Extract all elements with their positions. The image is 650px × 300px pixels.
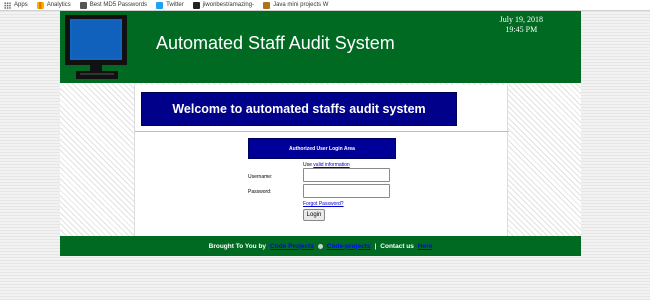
- bookmark-label: Java mini projects W: [273, 2, 329, 8]
- username-input[interactable]: [303, 168, 390, 182]
- site-footer: Brought To You by Code Projects Code-pro…: [60, 236, 581, 256]
- footer-separator: |: [374, 242, 377, 250]
- code-projects-link[interactable]: Code Projects: [270, 243, 314, 250]
- bookmark-apps[interactable]: Apps: [4, 1, 28, 9]
- date-time-display: July 19, 2018 19:45 PM: [500, 15, 543, 35]
- content-area: Welcome to automated staffs audit system…: [60, 83, 581, 247]
- bookmark-label: Best MD5 Passwords: [89, 2, 148, 8]
- apps-icon: [4, 1, 11, 9]
- bookmark-java[interactable]: Java mini projects W: [263, 1, 329, 9]
- current-date: July 19, 2018: [499, 15, 543, 24]
- github-icon: [192, 1, 200, 9]
- computer-monitor-icon: [65, 15, 127, 79]
- bookmark-label: Twitter: [166, 2, 184, 8]
- bullet-icon: [317, 243, 323, 249]
- md5-icon: [79, 1, 87, 9]
- bookmark-label: Apps: [14, 2, 28, 8]
- login-button[interactable]: Login: [303, 209, 325, 221]
- site-title: Automated Staff Audit System: [156, 33, 395, 53]
- twitter-icon: [156, 1, 164, 9]
- bookmark-md5[interactable]: Best MD5 Passwords: [79, 1, 148, 9]
- bookmark-github[interactable]: jiwonbest/amazing-: [192, 1, 255, 9]
- bookmark-twitter[interactable]: Twitter: [156, 1, 184, 9]
- bookmarks-bar: Apps Analytics Best MD5 Passwords Twitte…: [0, 0, 650, 11]
- login-area-heading: Authorized User Login Area: [248, 138, 396, 159]
- current-time: 19:45 PM: [505, 25, 538, 34]
- bookmark-analytics[interactable]: Analytics: [36, 1, 71, 9]
- contact-here-link[interactable]: Here: [418, 243, 432, 250]
- login-panel: Welcome to automated staffs audit system…: [134, 85, 509, 243]
- footer-contact-text: Contact us: [380, 242, 414, 250]
- code-projects-link-2[interactable]: Code-projects: [327, 243, 371, 250]
- welcome-banner: Welcome to automated staffs audit system: [141, 92, 457, 126]
- username-label: Username:: [248, 174, 273, 180]
- password-label: Password:: [248, 189, 272, 195]
- divider: [135, 131, 509, 132]
- bookmark-label: jiwonbest/amazing-: [202, 2, 255, 8]
- page-container: Automated Staff Audit System July 19, 20…: [60, 11, 581, 256]
- forgot-password-link[interactable]: Forgot Password?: [303, 201, 344, 207]
- footer-brought-text: Brought To You by: [208, 242, 267, 250]
- analytics-icon: [36, 1, 44, 9]
- site-header: Automated Staff Audit System July 19, 20…: [60, 11, 581, 83]
- password-input[interactable]: [303, 184, 390, 198]
- java-icon: [263, 1, 271, 9]
- bookmark-label: Analytics: [46, 2, 71, 8]
